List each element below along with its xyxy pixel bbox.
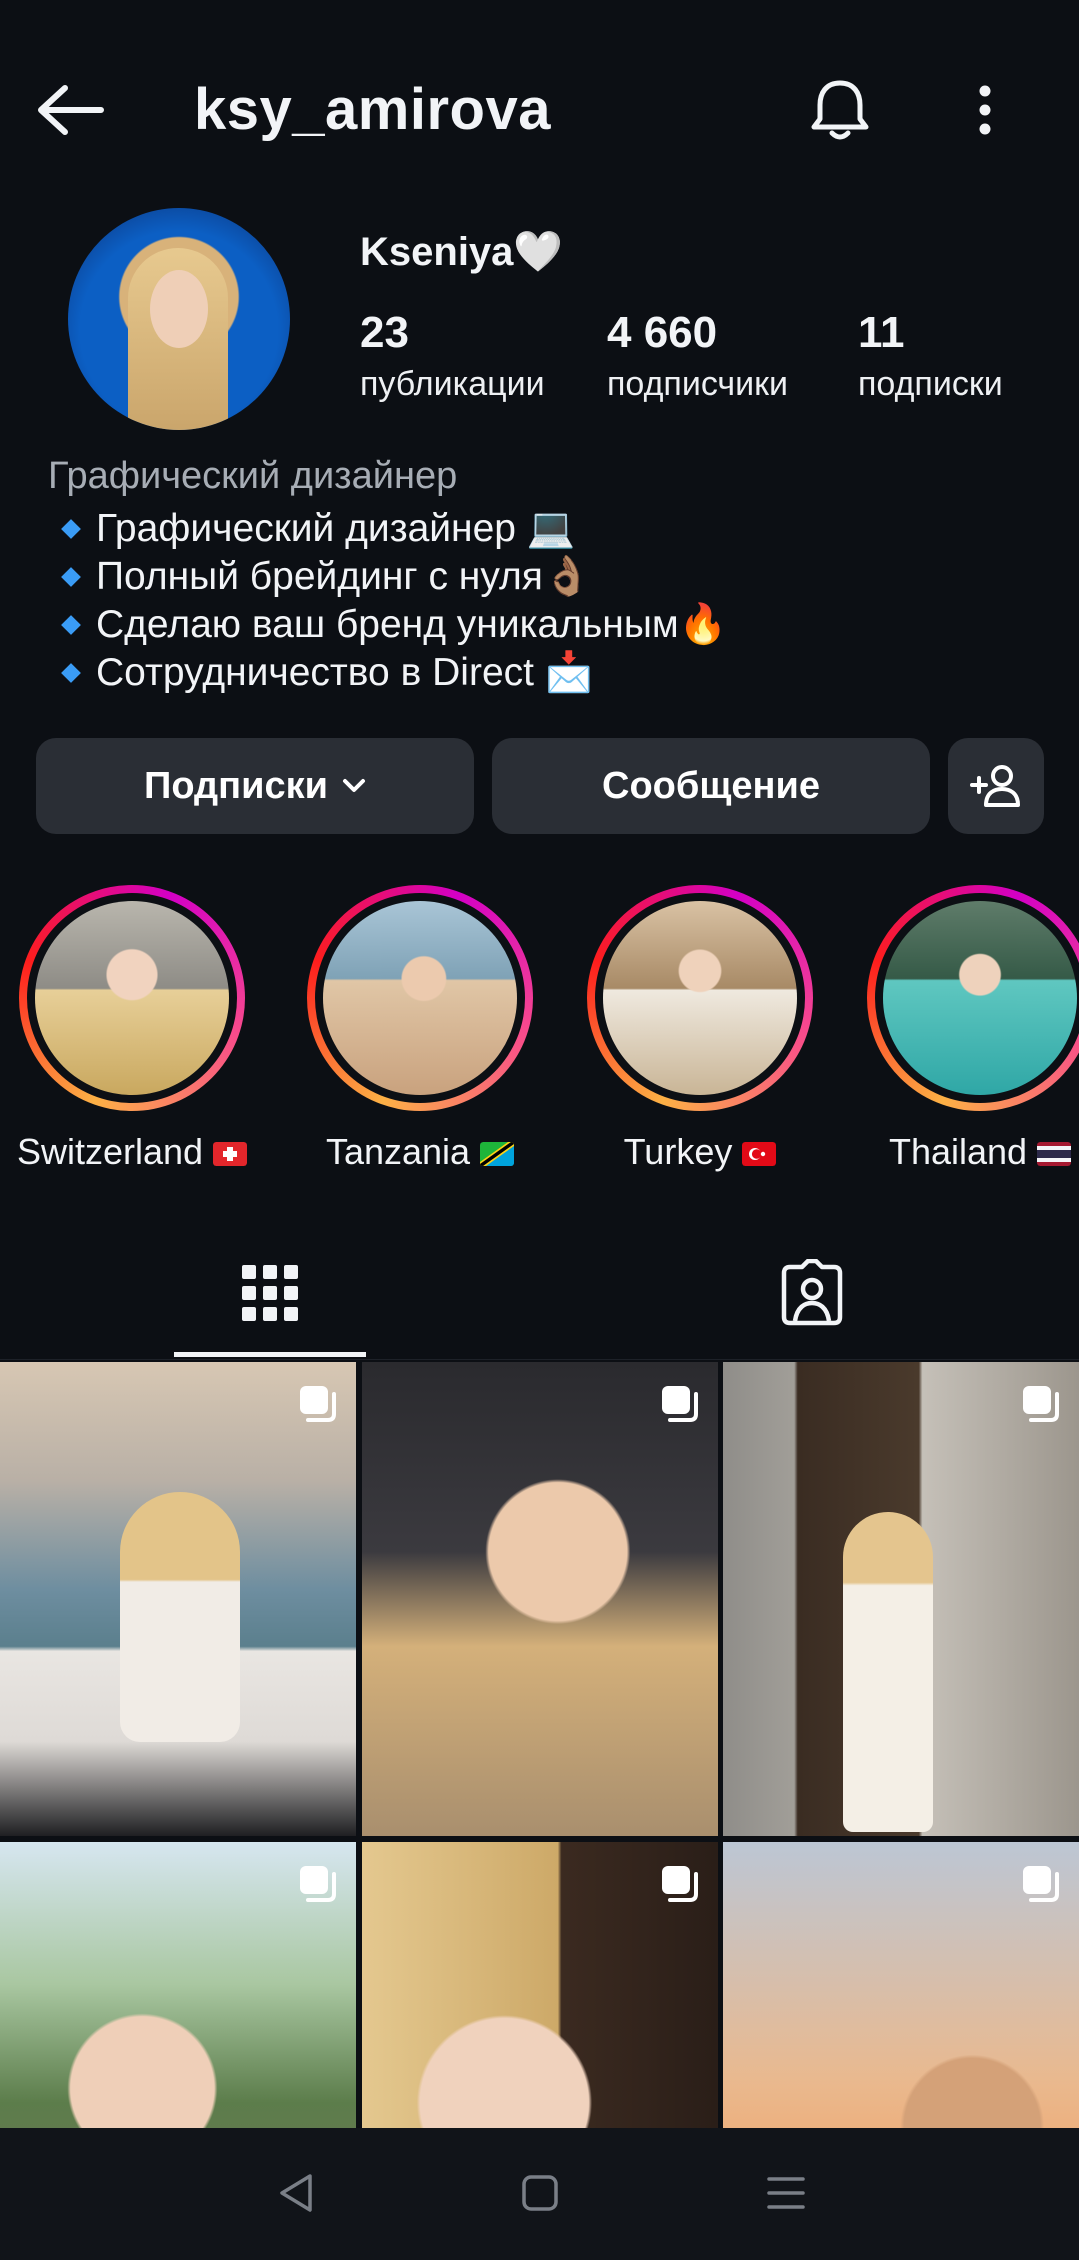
suggested-users-button[interactable] xyxy=(948,738,1044,834)
carousel-icon xyxy=(300,1386,336,1422)
highlight-item[interactable]: Tanzania xyxy=(290,885,550,1173)
active-tab-indicator xyxy=(174,1352,366,1357)
bio-text: Графический дизайнер 💻 xyxy=(96,507,576,550)
carousel-icon xyxy=(300,1866,336,1902)
highlight-cover xyxy=(603,901,797,1095)
highlight-item[interactable]: Thailand xyxy=(850,885,1079,1173)
more-options-button[interactable] xyxy=(960,70,1010,150)
profile-category: Графический дизайнер xyxy=(48,455,458,497)
bio-text: Сделаю ваш бренд уникальным🔥 xyxy=(96,603,728,646)
carousel-icon xyxy=(662,1866,698,1902)
add-user-icon xyxy=(970,765,1020,807)
following-count: 11 xyxy=(858,308,905,357)
tanzania-flag-icon xyxy=(480,1142,515,1166)
post-thumbnail[interactable] xyxy=(362,1362,718,1836)
highlight-label-row: Switzerland xyxy=(2,1131,262,1173)
back-button[interactable] xyxy=(30,70,110,150)
highlight-item[interactable]: Turkey xyxy=(570,885,830,1173)
highlight-inner xyxy=(315,893,525,1103)
highlight-ring xyxy=(867,885,1079,1111)
highlight-cover xyxy=(883,901,1077,1095)
thailand-flag-icon xyxy=(1037,1142,1072,1166)
avatar-face xyxy=(150,270,208,348)
profile-avatar[interactable] xyxy=(68,208,290,430)
profile-display-name: Kseniya🤍 xyxy=(360,230,564,274)
swiss-flag-icon xyxy=(213,1142,248,1166)
carousel-icon xyxy=(1023,1386,1059,1422)
diamond-bullet-icon xyxy=(61,663,81,683)
profile-username: ksy_amirova xyxy=(194,77,551,142)
menu-lines-icon xyxy=(767,2177,805,2209)
bio-line: Полный брейдинг с нуля👌🏽 xyxy=(58,553,727,601)
highlight-label-row: Tanzania xyxy=(290,1131,550,1173)
post-thumbnail[interactable] xyxy=(723,1362,1079,1836)
highlight-inner xyxy=(595,893,805,1103)
tab-posts-grid[interactable] xyxy=(174,1230,366,1356)
top-bar: ksy_amirova xyxy=(0,0,1079,210)
highlight-inner xyxy=(27,893,237,1103)
notifications-button[interactable] xyxy=(800,70,880,150)
system-home-button[interactable] xyxy=(500,2158,580,2228)
diamond-bullet-icon xyxy=(61,615,81,635)
highlight-label-row: Turkey xyxy=(570,1131,830,1173)
message-button[interactable]: Сообщение xyxy=(492,738,930,834)
bell-icon xyxy=(811,80,869,140)
bio-text: Полный брейдинг с нуля👌🏽 xyxy=(96,555,592,598)
followers-stat[interactable]: 4 660 подписчики xyxy=(607,305,788,407)
followers-count: 4 660 xyxy=(607,308,718,357)
highlight-label: Thailand xyxy=(888,1131,1028,1172)
highlight-ring xyxy=(307,885,533,1111)
triangle-back-icon xyxy=(280,2174,312,2212)
story-highlights: Switzerland Tanzania Turkey Thailand xyxy=(0,885,1079,1175)
following-button-label: Подписки xyxy=(144,764,328,807)
system-recents-button[interactable] xyxy=(746,2158,826,2228)
followers-label: подписчики xyxy=(607,365,789,403)
highlight-label: Turkey xyxy=(623,1131,733,1172)
bio-line: Графический дизайнер 💻 xyxy=(58,505,727,553)
bio-line[interactable]: Сотрудничество в Direct 📩 xyxy=(58,649,727,697)
post-thumbnail[interactable] xyxy=(0,1362,356,1836)
system-navigation-bar xyxy=(0,2128,1079,2260)
highlight-cover xyxy=(35,901,229,1095)
following-stat[interactable]: 11 подписки xyxy=(858,305,1003,407)
profile-bio: Графический дизайнер 💻 Полный брейдинг с… xyxy=(58,505,727,697)
square-home-icon xyxy=(522,2175,558,2211)
tagged-person-icon xyxy=(781,1259,843,1326)
highlight-inner xyxy=(875,893,1079,1103)
post-thumbnail[interactable] xyxy=(0,1842,356,2132)
highlight-ring xyxy=(19,885,245,1111)
system-back-button[interactable] xyxy=(256,2158,336,2228)
highlight-label-row: Thailand xyxy=(850,1131,1079,1173)
highlight-label: Tanzania xyxy=(325,1131,471,1172)
turkey-flag-icon xyxy=(742,1142,777,1166)
carousel-icon xyxy=(662,1386,698,1422)
highlight-item[interactable]: Switzerland xyxy=(2,885,262,1173)
tab-tagged[interactable] xyxy=(716,1230,908,1356)
post-thumbnail[interactable] xyxy=(362,1842,718,2132)
more-vertical-icon xyxy=(979,85,991,135)
post-figure xyxy=(120,1492,240,1742)
highlight-cover xyxy=(323,901,517,1095)
chevron-down-icon xyxy=(342,779,365,792)
carousel-icon xyxy=(1023,1866,1059,1902)
post-figure xyxy=(843,1512,933,1832)
grid-icon xyxy=(242,1265,298,1321)
post-thumbnail[interactable] xyxy=(723,1842,1079,2132)
diamond-bullet-icon xyxy=(61,567,81,587)
arrow-left-icon xyxy=(38,85,104,135)
posts-grid xyxy=(0,1362,1079,2132)
message-button-label: Сообщение xyxy=(602,764,820,807)
diamond-bullet-icon xyxy=(61,519,81,539)
profile-tabs xyxy=(0,1230,1079,1360)
posts-label: публикации xyxy=(360,365,545,403)
bio-text: Сотрудничество в Direct 📩 xyxy=(96,651,594,694)
highlight-label: Switzerland xyxy=(16,1131,204,1172)
posts-count: 23 xyxy=(360,308,409,357)
highlight-ring xyxy=(587,885,813,1111)
bio-line: Сделаю ваш бренд уникальным🔥 xyxy=(58,601,727,649)
posts-stat[interactable]: 23 публикации xyxy=(360,305,545,407)
following-label: подписки xyxy=(858,365,1003,403)
following-dropdown-button[interactable]: Подписки xyxy=(36,738,474,834)
